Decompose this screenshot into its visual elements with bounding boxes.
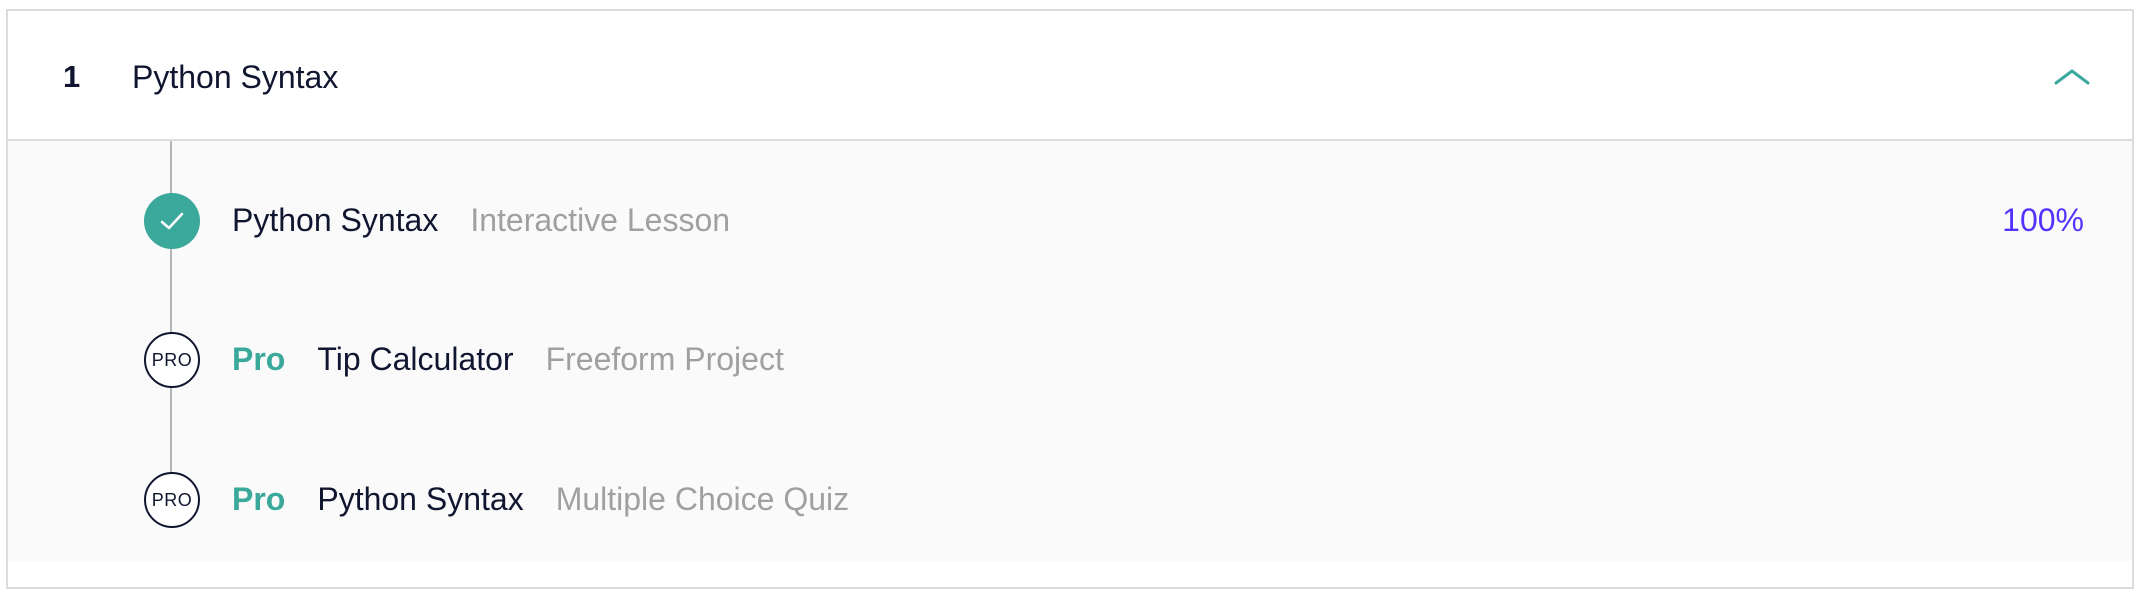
pro-label: Pro xyxy=(232,481,286,517)
item-type: Multiple Choice Quiz xyxy=(555,481,850,517)
list-item-lesson[interactable]: Python Syntax Interactive Lesson 100% xyxy=(8,182,2132,262)
pro-badge-icon: PRO xyxy=(144,472,200,528)
pro-badge-icon: PRO xyxy=(144,332,200,388)
list-item-project[interactable]: PRO Pro Tip Calculator Freeform Project xyxy=(8,321,2132,401)
module-title: Python Syntax xyxy=(132,59,339,95)
module-number: 1 xyxy=(63,59,81,94)
progress-percent: 100% xyxy=(2002,202,2084,238)
module-card: 1 Python Syntax Python Syntax Interactiv… xyxy=(6,9,2134,589)
chevron-up-icon[interactable] xyxy=(2052,65,2092,89)
item-name: Tip Calculator xyxy=(317,341,514,377)
list-item-quiz[interactable]: PRO Pro Python Syntax Multiple Choice Qu… xyxy=(8,461,2132,541)
module-header[interactable]: 1 Python Syntax xyxy=(8,11,2132,141)
pro-label: Pro xyxy=(232,341,286,377)
item-name: Python Syntax xyxy=(232,202,439,238)
item-type: Freeform Project xyxy=(545,341,784,377)
item-name: Python Syntax xyxy=(317,481,524,517)
item-type: Interactive Lesson xyxy=(470,202,731,238)
module-item-list: Python Syntax Interactive Lesson 100% PR… xyxy=(8,141,2132,561)
completed-check-icon xyxy=(144,193,200,249)
